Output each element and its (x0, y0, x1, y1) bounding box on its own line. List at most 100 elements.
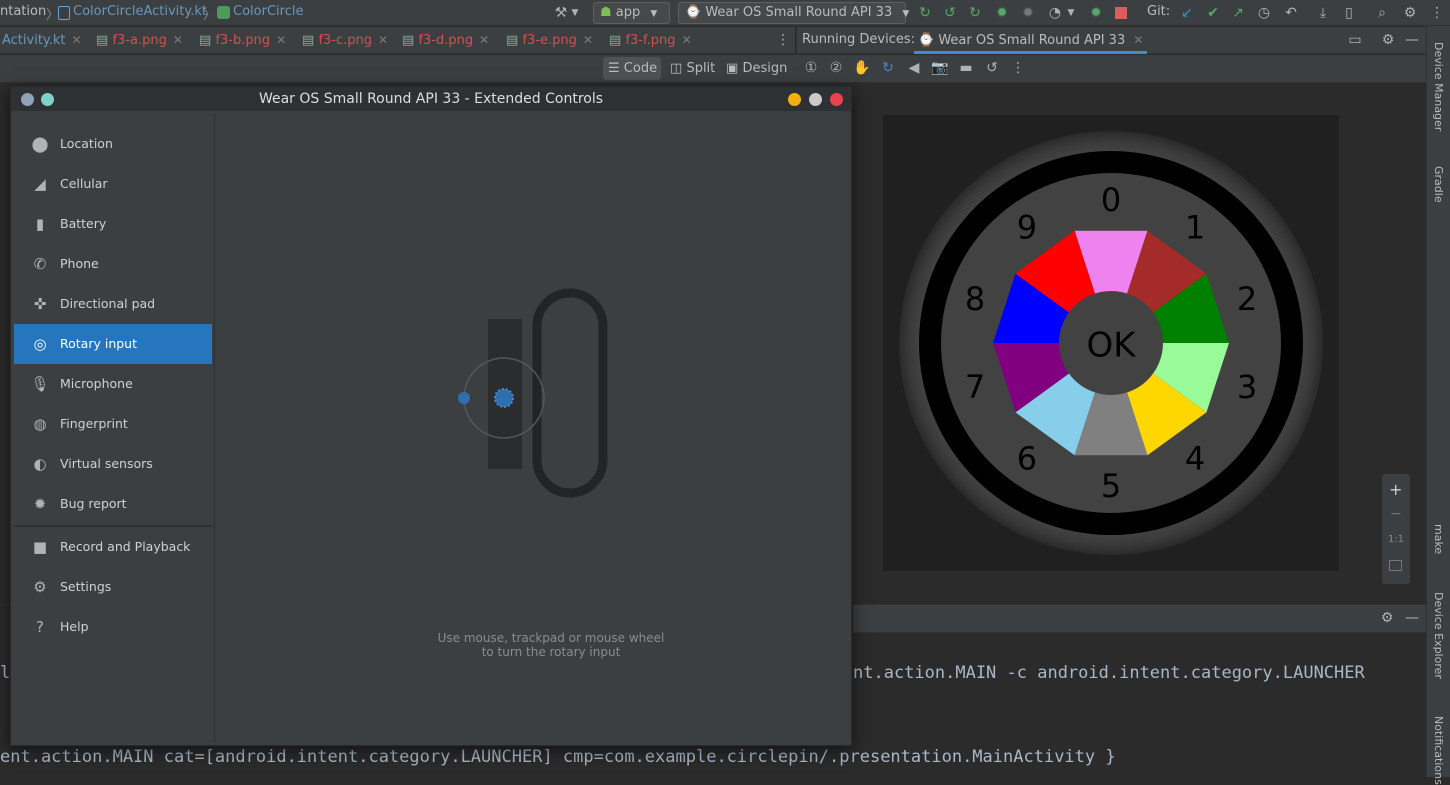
nav-item-help[interactable]: ? Help (14, 607, 212, 647)
nav-item-microphone[interactable]: 🎙 Microphone (14, 364, 212, 404)
breadcrumb-file[interactable]: ColorCircleActivity.kt (73, 4, 207, 19)
git-push-icon[interactable]: ↗ (1229, 4, 1247, 22)
dialog-titlebar[interactable]: Wear OS Small Round API 33 - Extended Co… (11, 87, 851, 111)
zoom-actual-size-button[interactable]: 1:1 (1388, 534, 1404, 545)
pin-icon[interactable] (41, 93, 54, 106)
running-devices-label: Running Devices: (802, 32, 916, 47)
tab-f3-f[interactable]: ▤ f3-f.png ✕ (609, 27, 692, 54)
close-icon[interactable]: ✕ (1133, 33, 1143, 47)
tab-label: f3-a.png (112, 33, 167, 48)
breadcrumb-module[interactable]: ntation (0, 4, 46, 19)
profile-icon[interactable]: ✹ (1019, 4, 1037, 22)
more-icon[interactable]: ⋮ (1009, 59, 1027, 77)
record-icon[interactable]: ▬ (957, 59, 975, 77)
run-config-select[interactable]: ☗ app ▼ (593, 2, 670, 24)
tab-f3-b[interactable]: ▤ f3-b.png ✕ (199, 27, 286, 54)
close-icon[interactable]: ✕ (173, 33, 183, 47)
nav-item-location[interactable]: ⬤ Location (14, 124, 212, 164)
zoom-in-button[interactable]: + (1389, 480, 1402, 499)
watch-band-outline (532, 288, 608, 498)
rotary-crown[interactable] (494, 388, 514, 408)
tab-f3-d[interactable]: ▤ f3-d.png ✕ (402, 27, 489, 54)
palm-icon[interactable]: ✋ (853, 59, 871, 77)
sdk-manager-icon[interactable]: ⤓ (1314, 4, 1332, 22)
close-button[interactable] (830, 93, 843, 106)
device-screen[interactable]: OK 0 12 34 5 67 89 (883, 115, 1339, 571)
rollback-icon[interactable]: ↶ (1282, 4, 1300, 22)
nav-item-record-playback[interactable]: ■ Record and Playback (14, 527, 212, 567)
more-icon[interactable]: ⋮ (1428, 4, 1446, 22)
more-tabs-icon[interactable]: ⋮ (774, 31, 792, 49)
split-view-button[interactable]: ◫ Split (670, 57, 715, 80)
tab-f3-a[interactable]: ▤ f3-a.png ✕ (96, 27, 183, 54)
design-view-button[interactable]: ▣ Design (726, 57, 787, 80)
ok-label: OK (1086, 326, 1137, 366)
notifications-tool[interactable]: Notifications (1432, 716, 1445, 785)
close-icon[interactable]: ✕ (681, 33, 691, 47)
nav-label: Rotary input (60, 336, 137, 351)
running-devices-header: Running Devices: ⌚ Wear OS Small Round A… (796, 27, 1426, 54)
nav-item-settings[interactable]: ⚙ Settings (14, 567, 212, 607)
gear-icon[interactable]: ⚙ (1379, 31, 1397, 49)
code-view-button[interactable]: ☰ Code (603, 57, 661, 80)
minimize-icon[interactable]: — (1403, 31, 1421, 49)
stem-button-icon[interactable]: ② (827, 59, 845, 77)
tab-activity[interactable]: Activity.kt ✕ (2, 27, 82, 54)
close-icon[interactable]: ✕ (72, 33, 82, 47)
device-select[interactable]: ⌚ Wear OS Small Round API 33 ▼ (678, 2, 909, 24)
git-commit-icon[interactable]: ✔ (1204, 4, 1222, 22)
power-button-icon[interactable]: ① (802, 59, 820, 77)
nav-item-directional-pad[interactable]: ✜ Directional pad (14, 284, 212, 324)
nav-item-battery[interactable]: ▮ Battery (14, 204, 212, 244)
apply-changes-icon[interactable]: ↻ (916, 4, 934, 22)
tab-f3-c[interactable]: ▤ f3-c.png ✕ (302, 27, 388, 54)
gear-icon[interactable]: ⚙ (1401, 4, 1419, 22)
device-manager-tool[interactable]: Device Manager (1432, 42, 1445, 131)
git-update-icon[interactable]: ↙ (1178, 4, 1196, 22)
apply-code-changes-icon[interactable]: ↺ (941, 4, 959, 22)
nav-item-rotary-input[interactable]: ◎ Rotary input (14, 324, 212, 364)
bug-icon: ✹ (33, 495, 47, 513)
make-tool[interactable]: make (1432, 524, 1445, 554)
chevron-down-icon[interactable]: ▼ (1066, 4, 1076, 22)
run-icon[interactable]: ↻ (966, 4, 984, 22)
device-manager-icon[interactable]: ▯ (1340, 4, 1358, 22)
window-layout-icon[interactable]: ▭ (1346, 31, 1364, 49)
tab-f3-e[interactable]: ▤ f3-e.png ✕ (506, 27, 593, 54)
minimize-button[interactable] (788, 93, 801, 106)
gear-icon[interactable]: ⚙ (1378, 609, 1396, 627)
tab-label: f3-e.png (522, 33, 577, 48)
breadcrumb-function[interactable]: ColorCircle (233, 4, 303, 19)
zoom-out-button[interactable]: − (1390, 506, 1402, 522)
close-icon[interactable]: ✕ (378, 33, 388, 47)
app-menu-icon[interactable] (21, 93, 34, 106)
chevron-down-icon[interactable]: ▼ (570, 4, 580, 22)
close-icon[interactable]: ✕ (276, 33, 286, 47)
profiler-icon[interactable]: ◔ (1046, 4, 1064, 22)
nav-item-fingerprint[interactable]: ◍ Fingerprint (14, 404, 212, 444)
build-hammer-icon[interactable]: ⚒ (552, 4, 570, 22)
debug-icon[interactable]: ✹ (993, 4, 1011, 22)
fit-screen-icon[interactable] (1389, 560, 1402, 571)
watch-face: OK 0 12 34 5 67 89 (899, 131, 1323, 555)
maximize-button[interactable] (809, 93, 822, 106)
close-icon[interactable]: ✕ (583, 33, 593, 47)
history-icon[interactable]: ◷ (1255, 4, 1273, 22)
rotary-handle[interactable] (458, 392, 470, 404)
back-icon[interactable]: ◀ (905, 59, 923, 77)
attach-debugger-icon[interactable]: ✹ (1087, 4, 1105, 22)
snapshot-icon[interactable]: ↺ (983, 59, 1001, 77)
tab-running-device[interactable]: ⌚ Wear OS Small Round API 33 ✕ (914, 27, 1148, 54)
nav-item-cellular[interactable]: ◢ Cellular (14, 164, 212, 204)
nav-item-phone[interactable]: ✆ Phone (14, 244, 212, 284)
stop-icon[interactable] (1115, 7, 1127, 19)
tilt-icon[interactable]: ↻ (879, 59, 897, 77)
gradle-tool[interactable]: Gradle (1432, 166, 1445, 203)
search-icon[interactable]: ⌕ (1373, 4, 1391, 22)
minimize-icon[interactable]: — (1403, 609, 1421, 627)
nav-item-bug-report[interactable]: ✹ Bug report (14, 484, 212, 524)
nav-item-virtual-sensors[interactable]: ◐ Virtual sensors (14, 444, 212, 484)
device-explorer-tool[interactable]: Device Explorer (1432, 592, 1445, 679)
close-icon[interactable]: ✕ (479, 33, 489, 47)
camera-icon[interactable]: 📷 (931, 59, 949, 77)
